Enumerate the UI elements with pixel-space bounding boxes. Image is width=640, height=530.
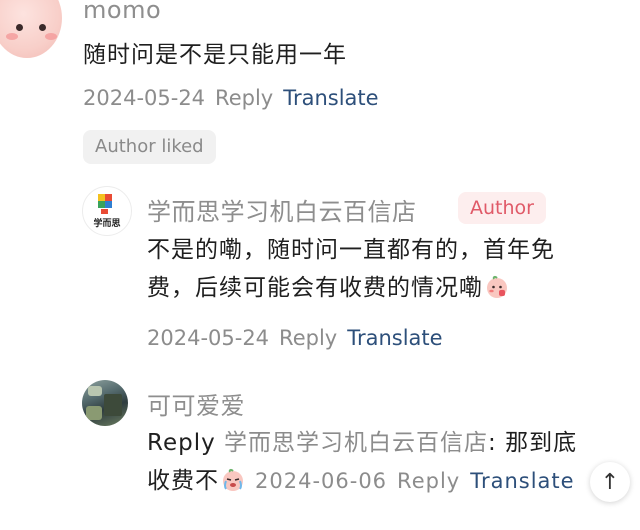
author-reply-meta: 2024-05-24 Reply Translate (147, 326, 443, 350)
reply-to-username[interactable]: 学而思学习机白云百信店 (224, 430, 488, 456)
comment-date: 2024-05-24 (83, 86, 206, 110)
reply-button[interactable]: Reply (397, 469, 460, 493)
translate-link[interactable]: Translate (470, 469, 574, 493)
arrow-up-icon: ↑ (600, 469, 620, 495)
xueersi-logo-icon: 学而思 (93, 194, 121, 229)
sub-reply-text-line2-content: 收费不 (147, 468, 219, 494)
comment-text: 随时问是不是只能用一年 (83, 42, 347, 68)
sub-reply-text-line2: 收费不 2024-06-06 Reply Translate (147, 462, 577, 500)
comment-meta: 2024-05-24 Reply Translate (83, 86, 379, 110)
shy-peach-emoji-icon (487, 275, 507, 298)
author-reply-date: 2024-05-24 (147, 326, 270, 350)
reply-button[interactable]: Reply (215, 86, 273, 110)
sub-reply-text-line1: Reply 学而思学习机白云百信店: 那到底 (147, 424, 577, 462)
translate-link[interactable]: Translate (283, 86, 378, 110)
translate-link[interactable]: Translate (347, 326, 442, 350)
sub-reply-text: Reply 学而思学习机白云百信店: 那到底 收费不 2024-06-06 Repl… (147, 424, 577, 500)
author-liked-badge: Author liked (83, 130, 216, 164)
avatar[interactable]: 学而思 (82, 186, 132, 236)
author-badge: Author (458, 192, 546, 224)
avatar[interactable] (82, 380, 128, 426)
sub-reply-text-content: : 那到底 (488, 430, 578, 456)
author-reply-text-line2-content: 费，后续可能会有收费的情况嘞 (147, 275, 483, 301)
author-reply-username[interactable]: 学而思学习机白云百信店 (147, 192, 417, 227)
sub-reply-date: 2024-06-06 (255, 469, 388, 493)
reply-prefix: Reply (147, 430, 216, 456)
sub-reply-meta: 2024-06-06 Reply Translate (255, 469, 575, 493)
sub-reply-username[interactable]: 可可爱爱 (147, 386, 245, 421)
comment-username[interactable]: momo (83, 0, 161, 24)
author-reply-text: 不是的嘞，随时问一直都有的，首年免 费，后续可能会有收费的情况嘞 (147, 231, 555, 307)
crying-peach-emoji-icon (223, 468, 243, 491)
scroll-top-button[interactable]: ↑ (590, 462, 630, 502)
reply-button[interactable]: Reply (279, 326, 337, 350)
author-reply-text-line1: 不是的嘞，随时问一直都有的，首年免 (147, 237, 555, 263)
avatar[interactable] (0, 0, 62, 58)
logo-text: 学而思 (93, 217, 120, 229)
author-reply-text-line2: 费，后续可能会有收费的情况嘞 (147, 269, 555, 307)
